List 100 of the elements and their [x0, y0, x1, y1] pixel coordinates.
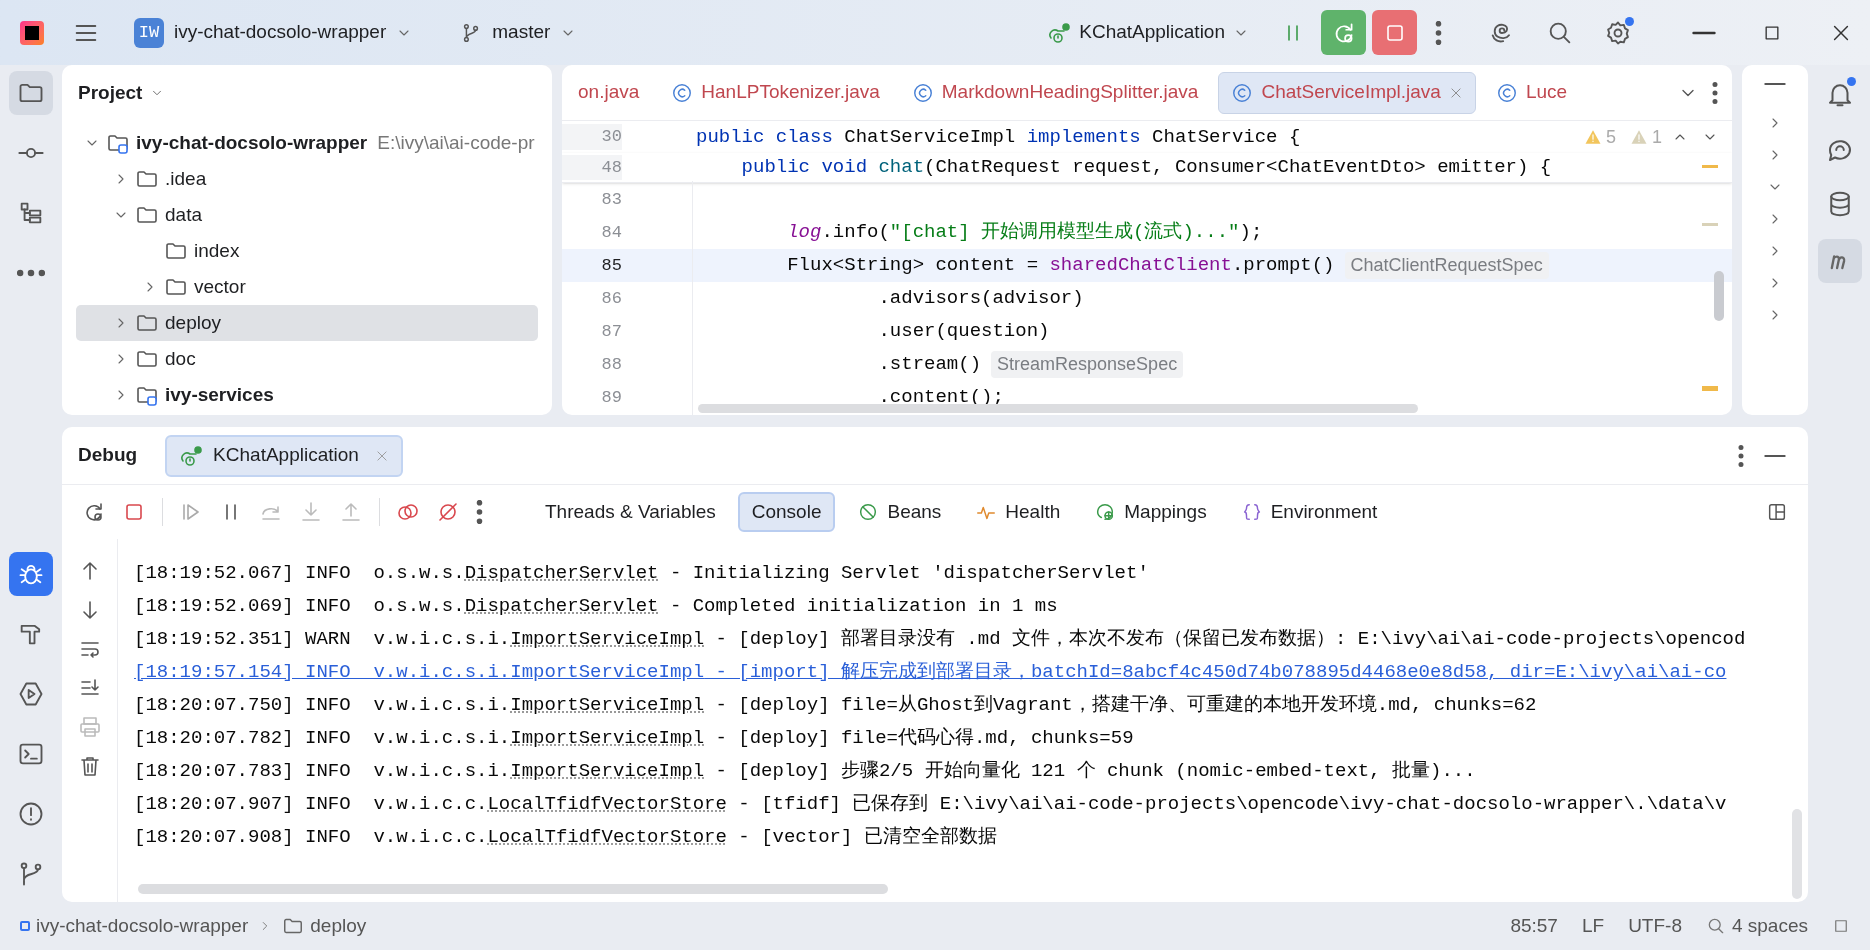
debug-tab[interactable]: Environment [1228, 492, 1390, 532]
class-icon [1495, 81, 1518, 104]
line-number: 83 [600, 188, 622, 211]
line-number: 86 [600, 287, 622, 310]
line-number: 30 [562, 124, 622, 150]
run-configuration-name: KChatApplication [1079, 20, 1225, 45]
console-line: [18:20:07.783] INFO v.w.i.c.s.i.ImportServiceImpl - [deploy] 步骤2/5 开始向量化 121 个 chunk (nomic-embed-text, 批量)... [134, 759, 1477, 785]
line-number: 48 [562, 154, 622, 181]
horizontal-scrollbar[interactable] [138, 884, 888, 894]
warning-icon [1583, 128, 1602, 146]
debug-tab[interactable]: Console [737, 492, 836, 532]
debug-tab[interactable]: Threads & Variables [533, 492, 728, 532]
line-number: 85 [600, 254, 622, 277]
project-path: E:\ivy\ai\ai-code-pr [377, 130, 535, 155]
close-tab-icon[interactable] [1448, 85, 1463, 100]
console-line: [18:19:52.067] INFO o.s.w.s.DispatcherServlet - Initializing Servlet 'dispatcherServlet' [134, 561, 1150, 587]
editor-tab[interactable]: ChatServiceImpl.java [1218, 71, 1476, 114]
tree-item[interactable]: data [76, 197, 538, 233]
caret-position[interactable]: 85:57 [1510, 911, 1558, 941]
tree-item[interactable]: .idea [76, 161, 538, 197]
error-stripe-mark [1702, 165, 1718, 168]
project-view-title[interactable]: Project [78, 78, 165, 108]
minimize-icon[interactable] [1764, 452, 1786, 459]
breadcrumb[interactable]: ivy-chat-docsolo-wrapper [20, 911, 249, 941]
services-icon [17, 680, 45, 708]
console-line: [18:19:57.154] INFO v.w.i.c.s.i.ImportServiceImpl - [import] 解压完成到部署目录，batchId=8abcf4c450d74b078895d4468e0e8d58, dir=E:\ivy\ai\ai-co [134, 660, 1728, 686]
run-configuration-selector[interactable]: KChatApplication [1041, 10, 1255, 55]
tree-item[interactable]: ivy-services [76, 377, 538, 413]
settings-icon[interactable] [1604, 18, 1632, 47]
line-number: 84 [600, 221, 622, 244]
code-text: .advisors(advisor) [877, 286, 1084, 312]
breadcrumb[interactable]: deploy [282, 911, 367, 941]
mute-breakpoints-icon[interactable] [436, 500, 460, 524]
code-text: public class ChatServiceImpl implements ChatService { [696, 124, 1301, 150]
console-line: [18:20:07.907] INFO v.w.i.c.c.LocalTfidfVectorStore - [tfidf] 已保存到 E:\ivy\ai\ai-code-projects\opencode\ivy-chat-docsolo-wrapper\.\data\v [134, 792, 1728, 818]
debug-button[interactable] [9, 552, 53, 596]
debug-session-tab[interactable]: KChatApplication [165, 434, 403, 477]
panel-title: Project [78, 80, 143, 105]
tree-item[interactable]: vector [76, 269, 538, 305]
line-number: 87 [600, 320, 622, 343]
layout-icon[interactable] [1766, 501, 1788, 523]
project-button[interactable] [9, 71, 53, 115]
tree-item[interactable]: deploy [76, 305, 538, 341]
editor-tab[interactable]: MarkdownHeadingSplitter.java [899, 71, 1211, 114]
file-encoding[interactable]: UTF-8 [1628, 911, 1682, 941]
more-icon[interactable] [476, 500, 483, 524]
vertical-scrollbar[interactable] [1792, 809, 1802, 899]
class-icon [1231, 81, 1254, 104]
vertical-scrollbar[interactable] [1714, 271, 1724, 321]
warning-count: 1 [1652, 125, 1662, 149]
tree-item[interactable]: index [76, 233, 538, 269]
console-line: [18:19:52.069] INFO o.s.w.s.DispatcherServlet - Completed initialization in 1 ms [134, 594, 1059, 620]
tree-item[interactable]: ivy-chat-docsolo-wrapper E:\ivy\ai\ai-code-pr [76, 125, 538, 161]
problems-icon [17, 800, 45, 828]
project-selector[interactable]: IW ivy-chat-docsolo-wrapper [128, 10, 419, 55]
line-number: 89 [600, 386, 622, 409]
line-separator[interactable]: LF [1581, 911, 1605, 941]
more-icon [17, 269, 45, 277]
debug-tab[interactable]: Health [963, 492, 1073, 532]
minimize-icon[interactable] [1692, 29, 1716, 36]
code-text: Flux<String> content = sharedChatClient.prompt() [786, 253, 1335, 279]
editor-tab[interactable]: Luce [1483, 71, 1580, 114]
class-icon [671, 81, 694, 104]
editor-tab[interactable]: on.java [566, 71, 652, 114]
editor-tab[interactable]: HanLPTokenizer.java [659, 71, 892, 114]
warning-count: 5 [1605, 125, 1616, 149]
console-line: [18:20:07.908] INFO v.w.i.c.c.LocalTfidfVectorStore - [vector] 已清空全部数据 [134, 825, 998, 851]
app-logo-icon[interactable] [20, 20, 44, 45]
inlay-type-hint: ChatClientRequestSpec [1344, 252, 1549, 279]
m-letter-icon[interactable] [1818, 239, 1862, 283]
project-name: ivy-chat-docsolo-wrapper [174, 20, 387, 45]
tree-item[interactable]: doc [76, 341, 538, 377]
run-configuration-icon [179, 443, 204, 468]
code-text: .content(); [877, 385, 1004, 411]
debug-tab[interactable]: Mappings [1082, 492, 1219, 532]
minimize-icon[interactable] [1764, 81, 1786, 87]
run-configuration-icon [1047, 20, 1072, 45]
rerun-debug-button[interactable] [1321, 10, 1366, 55]
more-icon[interactable] [1712, 81, 1718, 104]
console-line: [18:19:52.351] WARN v.w.i.c.s.i.ImportServiceImpl - [deploy] 部署目录没有 .md 文件，本次不发布（保留已发布数据）: E:\ivy\ai\ai-code-projects\opencod [134, 627, 1747, 653]
code-text: .stream() [877, 352, 982, 378]
more-icon[interactable] [1738, 444, 1744, 467]
branch-selector[interactable]: master [454, 10, 583, 55]
tool-window-title: Debug [78, 443, 138, 468]
code-text: public void chat(ChatRequest request, Consumer<ChatEventDto> emitter) { [740, 155, 1552, 181]
project-badge: IW [134, 17, 164, 48]
horizontal-scrollbar[interactable] [698, 404, 1418, 413]
module-square-icon [20, 921, 30, 931]
code-text: log.info("[chat] 开始调用模型生成(流式)..."); [786, 220, 1263, 246]
error-stripe-mark [1702, 223, 1718, 226]
console-line: [18:20:07.750] INFO v.w.i.c.s.i.ImportServiceImpl - [deploy] file=从Ghost到Vagrant，搭建干净、可重建的本地开发环境.md, chunks=62 [134, 693, 1538, 719]
line-number: 88 [600, 353, 622, 376]
code-text: .user(question) [877, 319, 1050, 345]
weak-warning-icon [1630, 128, 1648, 146]
indent-setting[interactable]: 4 spaces [1705, 911, 1808, 941]
debug-tab[interactable]: Beans [845, 492, 954, 532]
more-icon[interactable] [1435, 20, 1442, 45]
branch-name: master [492, 20, 551, 45]
error-stripe-mark [1702, 386, 1718, 391]
class-icon [911, 81, 934, 104]
